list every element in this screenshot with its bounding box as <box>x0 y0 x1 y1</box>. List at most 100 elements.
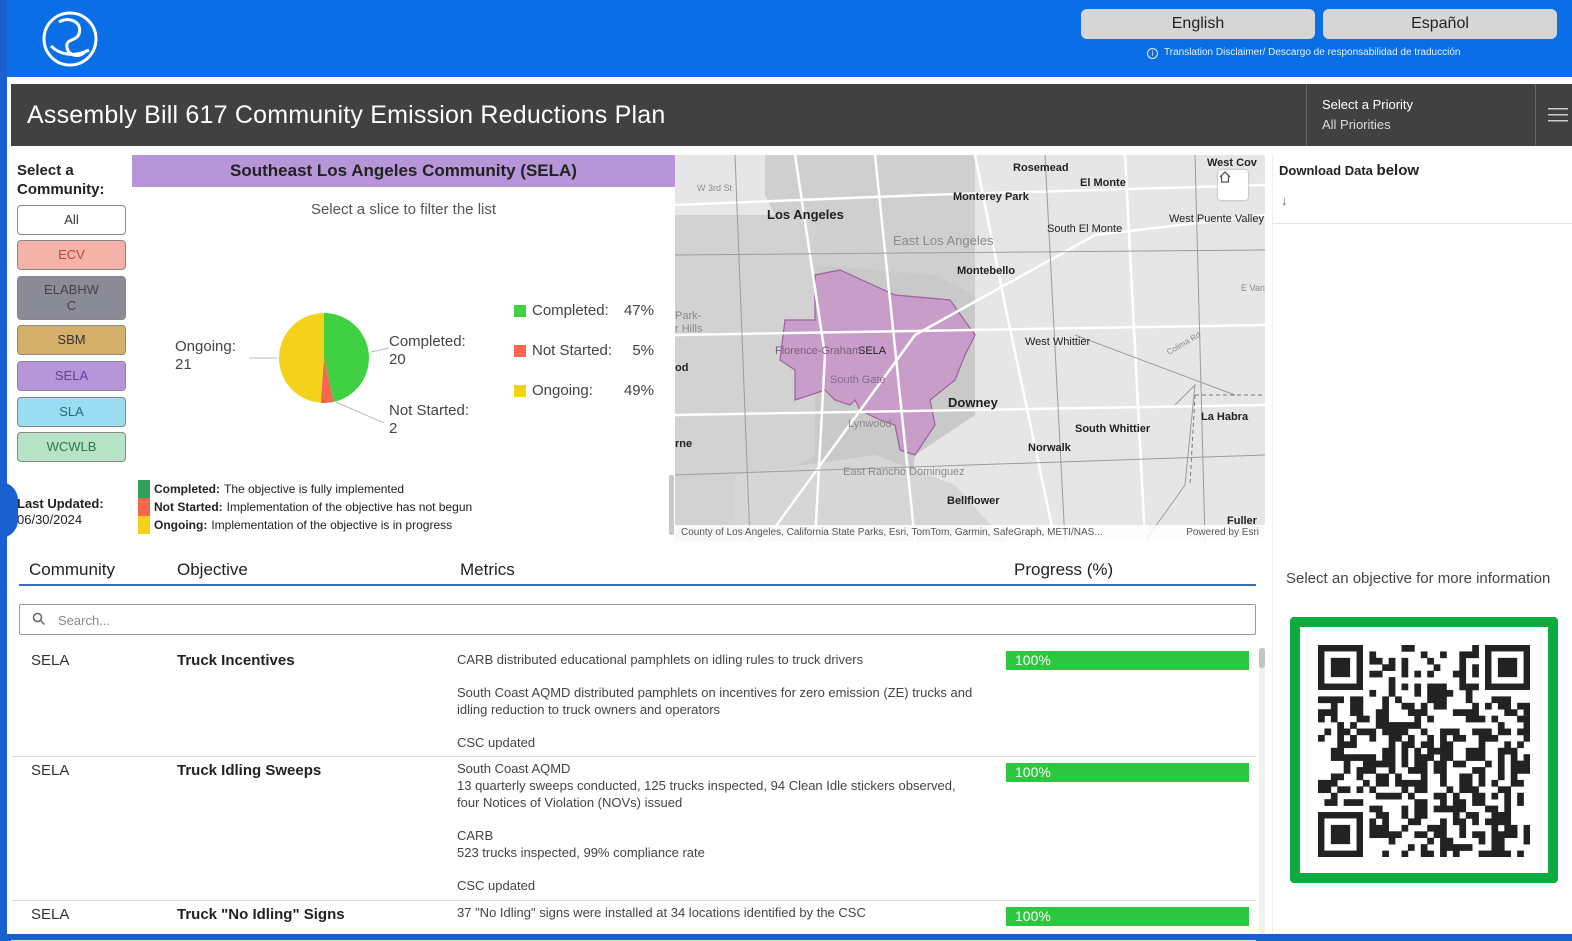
map-label-la-habra: La Habra <box>1201 411 1249 423</box>
status-key-description: Implementation of the objective has not … <box>226 500 473 514</box>
map-label-norwalk: Norwalk <box>1028 442 1071 454</box>
espanol-button[interactable]: Español <box>1323 9 1557 39</box>
table-scroll-thumb[interactable] <box>1259 648 1265 668</box>
last-updated-date: 06/30/2024 <box>17 512 83 527</box>
top-bar: English Español i Translation Disclaimer/… <box>7 0 1572 77</box>
community-button-sbm[interactable]: SBM <box>17 325 126 355</box>
column-objective[interactable]: Objective <box>177 560 248 580</box>
community-button-elabhwc[interactable]: ELABHWC <box>17 276 126 320</box>
pie-slice-ongoing[interactable] <box>278 313 324 403</box>
community-selector: Select a Community: All ECV ELABHWC SBM SELA… <box>12 156 137 541</box>
map-label-downey: Downey <box>948 395 998 410</box>
community-button-wcwlb[interactable]: WCWLB <box>17 432 126 462</box>
download-data-heading: Download Data below <box>1279 162 1419 179</box>
legend-name: Not Started: <box>532 342 613 359</box>
info-icon: i <box>1147 48 1158 59</box>
download-prefix: Download Data <box>1279 163 1373 178</box>
map-attribution: County of Los Angeles, California State … <box>675 525 1265 541</box>
community-button-sla[interactable]: SLA <box>17 397 126 427</box>
translation-disclaimer-link[interactable]: i Translation Disclaimer/ Descargo de res… <box>1147 47 1460 59</box>
map-label-od: od <box>675 362 689 374</box>
search-box[interactable] <box>19 604 1256 635</box>
community-button-all[interactable]: All <box>17 205 126 235</box>
legend-percent: 49% <box>623 382 654 399</box>
priority-label: Select a Priority <box>1322 97 1414 112</box>
map-label-bellflower: Bellflower <box>947 495 1000 507</box>
legend-name: Completed: <box>532 302 609 319</box>
map-label-west-puente-valley: West Puente Valley <box>1169 213 1264 225</box>
map-home-button[interactable] <box>1218 170 1248 200</box>
row-community: SELA <box>31 906 70 923</box>
pie-label-completed-name: Completed: <box>389 333 466 350</box>
chart-scrollbar[interactable] <box>669 475 674 535</box>
map-label-monterey-park: Monterey Park <box>953 191 1029 203</box>
map-label-montebello: Montebello <box>957 265 1016 277</box>
row-metrics: CARB distributed educational pamphlets o… <box>457 651 977 767</box>
metric-paragraph: CARB distributed educational pamphlets o… <box>457 652 864 667</box>
objectives-table: Community Objective Metrics Progress (%) SE… <box>11 550 1265 941</box>
status-key-description: The objective is fully implemented <box>224 482 405 496</box>
legend-item[interactable]: Not Started: 5% <box>514 342 654 359</box>
metric-paragraph: 37 "No Idling" signs were installed at 3… <box>457 905 866 920</box>
pie-label-not-started-count: 2 <box>389 420 398 437</box>
download-icon[interactable]: ↓ <box>1281 193 1288 208</box>
progress-label: 100% <box>1015 652 1051 668</box>
pie-label-ongoing-name: Ongoing: <box>175 338 236 355</box>
legend-swatch <box>514 384 526 397</box>
priority-selector[interactable]: Select a Priority All Priorities <box>1306 84 1536 146</box>
progress-label: 100% <box>1015 764 1051 780</box>
status-key-term: Completed: <box>154 482 220 496</box>
pie-label-completed-count: 20 <box>389 351 406 368</box>
map-label-e-van: E Van <box>1241 283 1265 293</box>
legend-percent: 47% <box>623 302 654 319</box>
table-row[interactable]: SELA Truck Incentives CARB distributed edu… <box>11 646 1256 757</box>
community-button-sela[interactable]: SELA <box>17 361 126 391</box>
pie-leader-not-started <box>335 401 385 424</box>
community-button-ecv[interactable]: ECV <box>17 240 126 270</box>
table-row[interactable]: SELA Truck Idling Sweeps South Coast AQMD … <box>11 757 1256 901</box>
table-row[interactable]: SELA Truck "No Idling" Signs 37 "No Idling… <box>11 901 1256 941</box>
metric-paragraph: CSC updated <box>457 878 536 893</box>
select-objective-hint: Select an objective for more information <box>1286 570 1551 587</box>
metric-paragraph: CARB 523 trucks inspected, 99% complianc… <box>457 828 705 860</box>
status-key-row: Completed: The objective is fully impleme… <box>138 480 404 498</box>
home-icon <box>1219 171 1231 183</box>
metric-paragraph: South Coast AQMD 13 quarterly sweeps con… <box>457 761 956 810</box>
progress-bar: 100% <box>1006 763 1249 782</box>
legend-swatch <box>514 344 526 357</box>
community-heading: Select a Community: <box>17 162 105 198</box>
pie-leader-completed <box>370 347 390 353</box>
hamburger-menu-icon[interactable] <box>1546 106 1568 124</box>
row-metrics: 37 "No Idling" signs were installed at 3… <box>457 904 977 937</box>
map-label-florence-graham: Florence-Graham <box>775 345 862 357</box>
column-metrics[interactable]: Metrics <box>460 560 515 580</box>
status-key-swatch <box>138 498 150 516</box>
details-panel: Download Data below ↓ Select an objectiv… <box>1272 155 1572 934</box>
map-label-east-los-angeles: East Los Angeles <box>893 233 994 248</box>
table-scrollbar[interactable] <box>1259 648 1265 934</box>
status-key-term: Ongoing: <box>154 518 208 532</box>
column-progress[interactable]: Progress (%) <box>1014 560 1113 580</box>
legend-item[interactable]: Completed: 47% <box>514 302 654 319</box>
column-community[interactable]: Community <box>29 560 115 580</box>
legend-item[interactable]: Ongoing: 49% <box>514 382 654 399</box>
progress-bar: 100% <box>1006 651 1249 670</box>
pie-label-ongoing: Ongoing: 21 <box>175 338 236 374</box>
row-community: SELA <box>31 652 70 669</box>
legend-name: Ongoing: <box>532 382 593 399</box>
priority-value: All Priorities <box>1322 117 1391 132</box>
panel-divider <box>1273 223 1572 224</box>
map-label-park-hills: Park- r Hills <box>675 310 703 335</box>
search-input[interactable] <box>58 610 958 630</box>
legend-percent: 5% <box>632 342 654 359</box>
map-label-el-monte: El Monte <box>1080 177 1126 189</box>
qr-code-frame <box>1290 617 1558 883</box>
row-objective: Truck Idling Sweeps <box>177 762 322 779</box>
community-map[interactable]: Los Angeles Rosemead West Cov El Monte M… <box>675 155 1265 541</box>
last-updated-label: Last Updated: <box>17 496 104 511</box>
status-key-description: Implementation of the objective is in pr… <box>211 518 453 532</box>
qr-code-icon <box>1318 645 1530 857</box>
english-button[interactable]: English <box>1081 9 1315 39</box>
powered-by-esri-link[interactable]: Powered by Esri <box>1186 527 1259 538</box>
map-label-sela: SELA <box>858 345 887 357</box>
